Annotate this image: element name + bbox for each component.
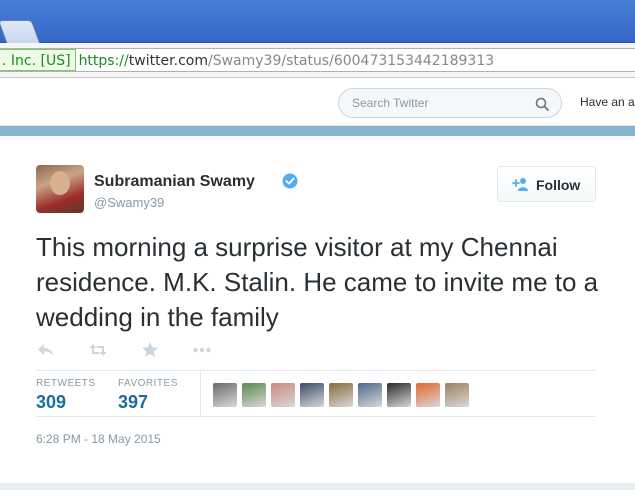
add-user-icon [512, 178, 528, 191]
favoriter-avatar-4[interactable] [300, 383, 324, 407]
favorites-label: FAVORITES [118, 378, 178, 389]
avatar[interactable] [36, 165, 84, 213]
favoriter-avatar-9[interactable] [445, 383, 469, 407]
reply-icon[interactable] [36, 340, 56, 360]
search-input[interactable]: Search Twitter [338, 88, 562, 118]
favoriter-avatar-1[interactable] [213, 383, 237, 407]
stats-divider [200, 371, 201, 416]
follow-label: Follow [536, 177, 581, 193]
retweets-label: RETWEETS [36, 378, 96, 389]
author-name[interactable]: Subramanian Swamy [94, 173, 255, 191]
search-icon[interactable] [535, 97, 549, 111]
follow-button[interactable]: Follow [497, 166, 596, 202]
favoriter-avatar-3[interactable] [271, 383, 295, 407]
browser-tab[interactable] [0, 20, 41, 43]
retweet-icon[interactable] [88, 340, 108, 360]
url-host: twitter.com [128, 53, 208, 69]
page-bottom-rule [0, 483, 635, 490]
have-account-link[interactable]: Have an a [580, 95, 635, 109]
favoriter-avatar-7[interactable] [387, 383, 411, 407]
favorites-count[interactable]: 397 [118, 392, 148, 413]
tweet-timestamp[interactable]: 6:28 PM - 18 May 2015 [36, 432, 161, 446]
browser-address-bar: . Inc. [US] https://twitter.com/Swamy39/s… [0, 43, 635, 78]
browser-tab-strip [0, 0, 635, 43]
favoriter-avatar-6[interactable] [358, 383, 382, 407]
url-path: /Swamy39/status/600473153442189313 [208, 53, 495, 69]
ev-certificate-badge[interactable]: . Inc. [US] [0, 49, 76, 71]
header-band [0, 126, 635, 136]
retweets-count[interactable]: 309 [36, 392, 66, 413]
twitter-header: Search Twitter [0, 79, 635, 126]
favorite-star-icon[interactable] [140, 340, 160, 360]
url-field[interactable]: . Inc. [US] https://twitter.com/Swamy39/s… [0, 48, 635, 72]
search-placeholder: Search Twitter [352, 96, 429, 110]
author-handle[interactable]: @Swamy39 [94, 195, 164, 210]
tweet-stats: RETWEETS 309 FAVORITES 397 [36, 370, 596, 417]
url-scheme: https:// [78, 53, 129, 69]
favoriter-avatar-2[interactable] [242, 383, 266, 407]
tweet-text: This morning a surprise visitor at my Ch… [36, 232, 599, 332]
verified-badge-icon [282, 173, 298, 189]
favoriter-avatar-5[interactable] [329, 383, 353, 407]
more-options-icon[interactable] [192, 340, 212, 360]
favoriter-avatar-8[interactable] [416, 383, 440, 407]
